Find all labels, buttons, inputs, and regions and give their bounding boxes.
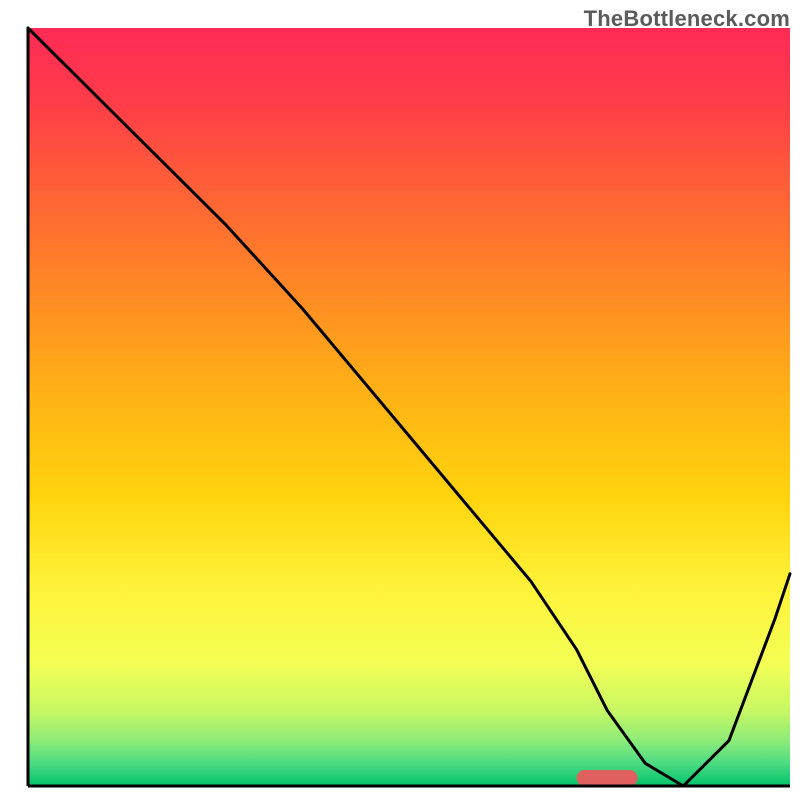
optimal-marker — [577, 770, 638, 786]
plot-area — [28, 28, 790, 786]
watermark-text: TheBottleneck.com — [584, 6, 790, 32]
bottleneck-chart — [0, 0, 800, 800]
chart-container: TheBottleneck.com — [0, 0, 800, 800]
